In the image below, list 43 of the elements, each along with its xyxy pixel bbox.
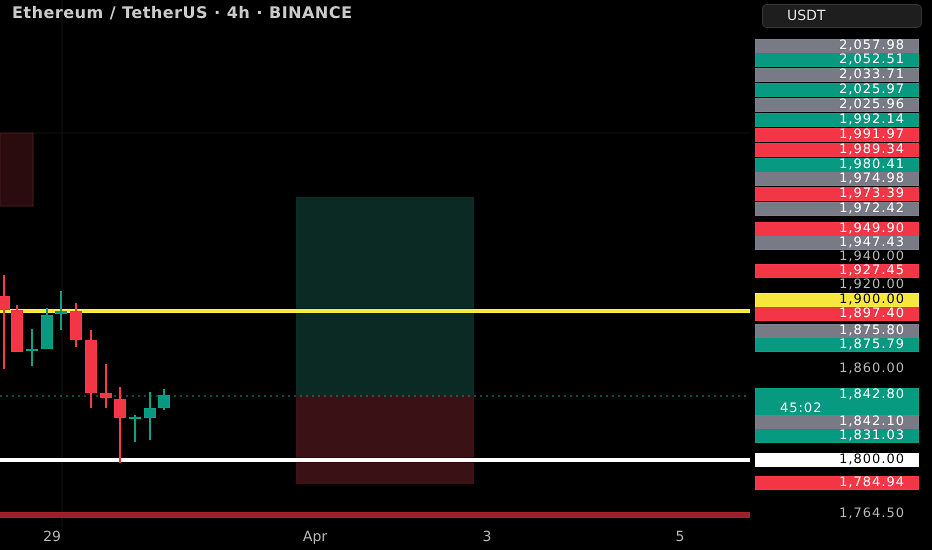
price-tag: 1,800.00 [755,453,919,467]
price-label: 1,860.00 [838,362,906,376]
time-label: 29 [43,529,61,545]
currency-button[interactable]: USDT [762,4,922,28]
price-label: 1,920.00 [838,278,906,292]
price-tag: 1,949.90 [755,222,919,236]
candle [144,392,156,440]
chart-title: Ethereum / TetherUS · 4h · BINANCE [12,3,352,22]
price-tag: 1,831.03 [755,429,919,443]
candle [129,415,141,442]
price-tag: 1,842.80 45:02 [755,388,919,416]
price-tag: 1,927.45 [755,264,919,278]
price-tag: 2,052.51 [755,53,919,67]
candle [41,308,53,349]
price-tag: 1,947.43 [755,236,919,250]
candle [100,364,112,408]
price-tag: 1,784.94 [755,476,919,490]
price-tag: 1,900.00 [755,293,919,307]
price-tag: 1,875.79 [755,338,919,352]
price-tag: 1,875.80 [755,324,919,338]
price-tag: 2,033.71 [755,68,919,82]
price-tag: 1,973.39 [755,187,919,201]
time-label: 3 [482,529,492,545]
price-tag: 1,972.42 [755,202,919,216]
price-tag: 1,842.10 [755,415,919,429]
candle [158,389,170,410]
price-tag: 1,992.14 [755,113,919,127]
price-tag: 2,025.96 [755,98,919,112]
price-tag: 1,897.40 [755,307,919,321]
price-tag: 1,980.41 [755,158,919,172]
countdown-text: 45:02 [779,402,822,416]
price-tag: 1,974.98 [755,172,919,186]
candle [70,303,82,347]
candle [55,291,67,330]
price-tag: 2,057.98 [755,39,919,53]
time-label: 5 [676,529,684,545]
price-tag: 2,025.97 [755,83,919,97]
price-tag: 1,989.34 [755,143,919,157]
price-tag: 1,991.97 [755,128,919,142]
price-label: 1,940.00 [838,250,906,264]
price-label: 1,764.50 [838,507,906,521]
time-label: Apr [302,529,328,545]
candle [26,329,38,366]
